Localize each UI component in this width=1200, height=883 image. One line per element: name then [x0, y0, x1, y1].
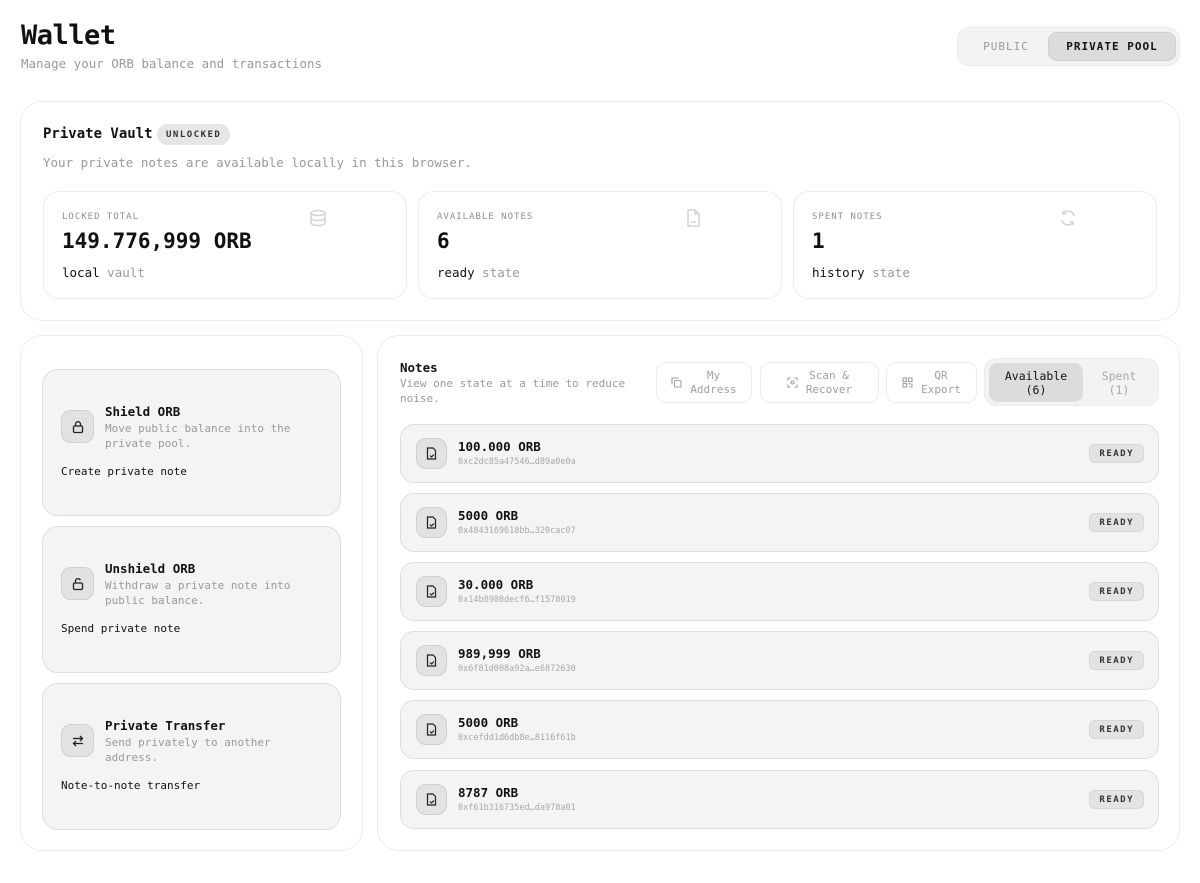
note-hash: 0xc2dc85a47546…d89a0e0a: [458, 457, 576, 467]
stat-foot: local vault: [62, 265, 145, 280]
action-title: Unshield ORB: [105, 561, 196, 576]
stat-value: 1: [812, 229, 825, 253]
stat-locked-total: LOCKED TOTAL 149.776,999 ORB local vault: [43, 191, 407, 299]
private-transfer-action[interactable]: Private Transfer Send privately to anoth…: [42, 683, 341, 830]
stat-label: SPENT NOTES: [812, 212, 883, 222]
note-item[interactable]: 5000 ORB 0x4843169618bb…320cac07 READY: [400, 493, 1159, 552]
note-hash: 0x14b8908decf6…f1578019: [458, 595, 576, 605]
note-amount: 8787 ORB: [458, 785, 519, 800]
stat-available-notes: AVAILABLE NOTES 6 ready state: [418, 191, 782, 299]
action-description: Send privately to another address.: [105, 736, 271, 764]
note-amount: 5000 ORB: [458, 508, 519, 523]
stat-spent-notes: SPENT NOTES 1 history state: [793, 191, 1157, 299]
refresh-icon: [1058, 208, 1078, 228]
stat-value: 6: [437, 229, 450, 253]
stat-value: 149.776,999 ORB: [62, 229, 252, 253]
private-vault-card: Private Vault UNLOCKED Your private note…: [20, 101, 1180, 321]
copy-icon: [671, 377, 682, 388]
qr-export-button[interactable]: QR Export: [886, 362, 977, 403]
mode-private-pool-button[interactable]: PRIVATE POOL: [1048, 32, 1176, 61]
mode-toggle: PUBLIC PRIVATE POOL: [957, 27, 1180, 66]
database-icon: [308, 208, 328, 228]
notes-subtitle: View one state at a time to reduce noise…: [400, 377, 626, 405]
action-title: Shield ORB: [105, 404, 181, 419]
stat-label: LOCKED TOTAL: [62, 212, 140, 222]
note-status-badge: READY: [1089, 790, 1144, 809]
action-title: Private Transfer: [105, 718, 226, 733]
note-hash: 0xf61b316735ed…da978a01: [458, 803, 576, 813]
stat-label: AVAILABLE NOTES: [437, 212, 534, 222]
scan-icon: [787, 377, 798, 388]
notes-card: Notes View one state at a time to reduce…: [377, 335, 1180, 851]
note-status-badge: READY: [1089, 582, 1144, 601]
my-address-button[interactable]: My Address: [656, 362, 752, 403]
stat-foot: history state: [812, 265, 910, 280]
action-foot: Note-to-note transfer: [61, 779, 201, 792]
note-item[interactable]: 8787 ORB 0xf61b316735ed…da978a01 READY: [400, 770, 1159, 829]
note-hash: 0x6f81d008a92a…e6872630: [458, 664, 576, 674]
action-foot: Create private note: [61, 465, 187, 478]
note-hash: 0x4843169618bb…320cac07: [458, 526, 576, 536]
note-status-badge: READY: [1089, 444, 1144, 463]
vault-status-badge: UNLOCKED: [157, 124, 231, 145]
note-amount: 30.000 ORB: [458, 577, 534, 592]
transfer-icon: [61, 724, 94, 757]
note-amount: 100.000 ORB: [458, 439, 541, 454]
lock-icon: [61, 410, 94, 443]
note-document-icon: [416, 438, 447, 469]
note-state-toggle: Available (6) Spent (1): [984, 358, 1159, 406]
scan-recover-button[interactable]: Scan & Recover: [760, 362, 879, 403]
note-document-icon: [416, 645, 447, 676]
note-item[interactable]: 30.000 ORB 0x14b8908decf6…f1578019 READY: [400, 562, 1159, 621]
unlock-icon: [61, 567, 94, 600]
note-item[interactable]: 989,999 ORB 0x6f81d008a92a…e6872630 READ…: [400, 631, 1159, 690]
actions-card: Shield ORB Move public balance into the …: [20, 335, 363, 851]
note-amount: 989,999 ORB: [458, 646, 541, 661]
vault-description: Your private notes are available locally…: [43, 155, 472, 170]
mode-public-button[interactable]: PUBLIC: [963, 32, 1049, 61]
note-status-badge: READY: [1089, 651, 1144, 670]
note-amount: 5000 ORB: [458, 715, 519, 730]
action-description: Withdraw a private note into public bala…: [105, 579, 291, 607]
document-icon: [683, 208, 703, 228]
notes-title: Notes: [400, 360, 438, 375]
note-document-icon: [416, 784, 447, 815]
note-hash: 0xcefdd1d6db8e…8116f61b: [458, 733, 576, 743]
available-tab[interactable]: Available (6): [989, 363, 1083, 402]
vault-title: Private Vault: [43, 126, 153, 142]
note-item[interactable]: 5000 ORB 0xcefdd1d6db8e…8116f61b READY: [400, 700, 1159, 759]
shield-orb-action[interactable]: Shield ORB Move public balance into the …: [42, 369, 341, 516]
action-description: Move public balance into the private poo…: [105, 422, 291, 450]
stat-foot: ready state: [437, 265, 520, 280]
qr-icon: [902, 377, 913, 388]
unshield-orb-action[interactable]: Unshield ORB Withdraw a private note int…: [42, 526, 341, 673]
note-document-icon: [416, 714, 447, 745]
note-document-icon: [416, 507, 447, 538]
note-document-icon: [416, 576, 447, 607]
page-subtitle: Manage your ORB balance and transactions: [21, 56, 323, 71]
note-item[interactable]: 100.000 ORB 0xc2dc85a47546…d89a0e0a READ…: [400, 424, 1159, 483]
action-foot: Spend private note: [61, 622, 181, 635]
page-title: Wallet: [21, 20, 116, 51]
spent-tab[interactable]: Spent (1): [1083, 363, 1155, 402]
note-status-badge: READY: [1089, 513, 1144, 532]
note-status-badge: READY: [1089, 720, 1144, 739]
